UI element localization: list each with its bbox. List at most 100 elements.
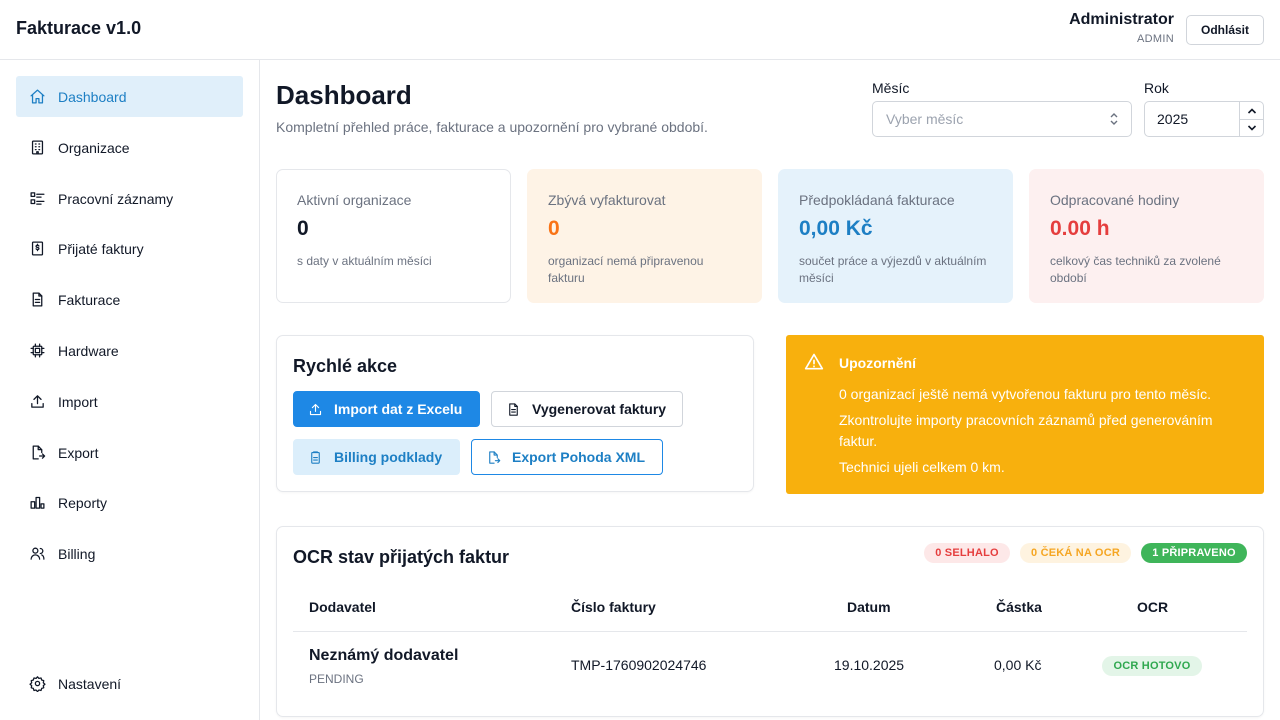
stat-card-worked-hours: Odpracované hodiny 0.00 h celkový čas te…: [1029, 169, 1264, 303]
app-title: Fakturace v1.0: [16, 18, 142, 38]
file-export-icon: [28, 444, 46, 462]
home-icon: [28, 88, 46, 106]
year-value: 2025: [1157, 111, 1189, 127]
month-label: Měsíc: [872, 80, 910, 96]
stat-note: celkový čas techniků za zvolené období: [1050, 254, 1221, 285]
warning-line: Zkontrolujte importy pracovních záznamů …: [839, 412, 1213, 449]
sidebar-item-label: Organizace: [58, 139, 130, 156]
users-icon: [28, 545, 46, 563]
user-info: Administrator ADMIN: [1069, 11, 1174, 45]
sidebar-item-reporty[interactable]: Reporty: [16, 482, 243, 523]
warning-icon: [804, 353, 824, 370]
upload-icon: [28, 393, 46, 411]
stat-label: Odpracované hodiny: [1050, 192, 1180, 208]
sidebar-item-pracovni-zaznamy[interactable]: Pracovní záznamy: [16, 178, 243, 219]
quick-actions-card: Rychlé akce Import dat z Excelu Vygenero…: [276, 335, 754, 492]
gear-icon: [28, 675, 46, 693]
clipboard-icon: [311, 450, 320, 464]
invoice-amount: 0,00 Kč: [994, 657, 1042, 673]
user-role: ADMIN: [1137, 33, 1174, 45]
list-icon: [28, 190, 46, 208]
file-text-icon: [509, 402, 518, 416]
invoice-number: TMP-1760902024746: [571, 657, 707, 673]
stat-label: Předpokládaná fakturace: [799, 192, 955, 208]
chip-icon: [28, 342, 46, 360]
ocr-status-badge: OCR HOTOVO: [1102, 656, 1202, 676]
warning-alert: Upozornění 0 organizací ještě nemá vytvo…: [786, 335, 1264, 494]
generate-invoices-label: Vygenerovat faktury: [532, 401, 667, 417]
ocr-status-card: OCR stav přijatých faktur 0 SELHALO 0 ČE…: [276, 526, 1264, 717]
stat-value: 0,00 Kč: [799, 217, 873, 240]
sidebar-item-import[interactable]: Import: [16, 381, 243, 422]
badge-failed: 0 SELHALO: [924, 543, 1010, 563]
export-pohoda-button[interactable]: Export Pohoda XML: [471, 439, 663, 475]
file-export-icon: [489, 450, 501, 464]
sidebar-item-export[interactable]: Export: [16, 432, 243, 473]
month-select[interactable]: Vyber měsíc: [872, 101, 1132, 137]
invoice-date: 19.10.2025: [834, 657, 905, 673]
sidebar-item-fakturace[interactable]: Fakturace: [16, 279, 243, 320]
logout-button[interactable]: Odhlásit: [1186, 15, 1264, 45]
sidebar-item-label: Billing: [58, 545, 96, 562]
year-stepper[interactable]: [1239, 102, 1263, 136]
sidebar-item-label: Pracovní záznamy: [58, 190, 174, 207]
month-placeholder: Vyber měsíc: [886, 111, 964, 127]
sidebar-item-label: Nastavení: [58, 675, 122, 692]
bar-chart-icon: [28, 494, 46, 512]
select-chevron-icon: [1110, 113, 1118, 125]
warning-messages: 0 organizací ještě nemá vytvořenou faktu…: [839, 384, 1239, 483]
stat-value: 0: [297, 217, 309, 240]
sidebar: Dashboard Organizace Pracovní záznamy Př…: [0, 60, 260, 720]
column-header-amount: Částka: [996, 599, 1042, 615]
billing-documents-label: Billing podklady: [334, 449, 443, 465]
import-excel-label: Import dat z Excelu: [334, 401, 463, 417]
supplier-name[interactable]: Neznámý dodavatel: [309, 647, 458, 665]
warning-line: 0 organizací ještě nemá vytvořenou faktu…: [839, 386, 1211, 402]
badge-ready: 1 PŘIPRAVENO: [1141, 543, 1247, 563]
sidebar-item-organizace[interactable]: Organizace: [16, 127, 243, 168]
stat-label: Aktivní organizace: [297, 192, 412, 208]
stepper-down-button[interactable]: [1240, 119, 1263, 136]
column-header-date: Datum: [847, 599, 891, 615]
export-pohoda-label: Export Pohoda XML: [512, 449, 645, 465]
table-divider: [293, 631, 1247, 632]
sidebar-item-label: Přijaté faktury: [58, 240, 144, 257]
stat-note: s daty v aktuálním měsíci: [297, 254, 432, 268]
sidebar-item-dashboard[interactable]: Dashboard: [16, 76, 243, 117]
stat-card-expected-invoicing: Předpokládaná fakturace 0,00 Kč součet p…: [778, 169, 1013, 303]
stat-card-to-invoice: Zbývá vyfakturovat 0 organizací nemá při…: [527, 169, 762, 303]
warning-title: Upozornění: [839, 355, 916, 371]
stepper-up-button[interactable]: [1240, 102, 1263, 119]
building-icon: [28, 139, 46, 157]
stat-card-active-orgs: Aktivní organizace 0 s daty v aktuálním …: [276, 169, 511, 303]
ocr-title: OCR stav přijatých faktur: [293, 547, 510, 567]
stat-label: Zbývá vyfakturovat: [548, 192, 666, 208]
sidebar-item-prijate-faktury[interactable]: Přijaté faktury: [16, 228, 243, 269]
page-title: Dashboard: [276, 80, 412, 110]
stat-note: součet práce a výjezdů v aktuálním měsíc…: [799, 254, 987, 285]
year-input[interactable]: 2025: [1144, 101, 1264, 137]
column-header-ocr: OCR: [1137, 599, 1169, 615]
user-name: Administrator: [1069, 11, 1174, 28]
stat-value: 0: [548, 217, 560, 240]
sidebar-item-label: Reporty: [58, 494, 108, 511]
year-label: Rok: [1144, 80, 1169, 96]
sidebar-item-label: Dashboard: [58, 88, 127, 105]
sidebar-item-label: Import: [58, 393, 98, 410]
chevron-down-icon: [1247, 125, 1256, 131]
sidebar-item-label: Fakturace: [58, 291, 121, 308]
generate-invoices-button[interactable]: Vygenerovat faktury: [491, 391, 683, 427]
sidebar-item-label: Hardware: [58, 342, 119, 359]
receipt-icon: [28, 240, 46, 258]
import-excel-button[interactable]: Import dat z Excelu: [293, 391, 480, 427]
upload-icon: [309, 403, 322, 415]
billing-documents-button[interactable]: Billing podklady: [293, 439, 460, 475]
warning-line: Technici ujeli celkem 0 km.: [839, 459, 1005, 475]
stat-value: 0.00 h: [1050, 217, 1110, 240]
sidebar-item-billing[interactable]: Billing: [16, 533, 243, 574]
column-header-supplier: Dodavatel: [309, 599, 376, 615]
stat-note: organizací nemá připravenou fakturu: [548, 254, 704, 285]
sidebar-item-label: Export: [58, 444, 99, 461]
sidebar-item-nastaveni[interactable]: Nastavení: [16, 663, 243, 704]
sidebar-item-hardware[interactable]: Hardware: [16, 330, 243, 371]
